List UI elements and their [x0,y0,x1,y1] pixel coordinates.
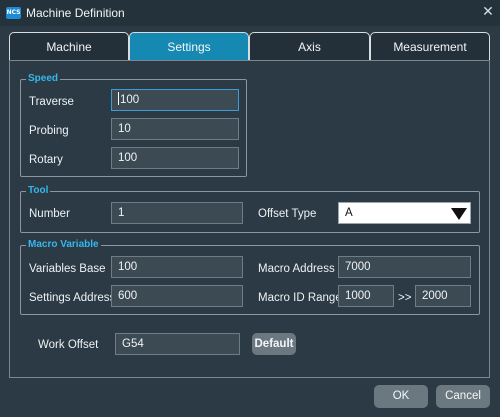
settings-address-input[interactable]: 600 [111,285,243,307]
close-icon[interactable]: ✕ [480,4,496,20]
traverse-label: Traverse [29,96,74,108]
macro-address-input[interactable]: 7000 [338,256,471,278]
dropdown-arrow-icon[interactable] [448,203,470,223]
window-title: Machine Definition [26,6,125,20]
rotary-input[interactable]: 100 [111,147,239,169]
speed-group: Speed Traverse 100 Probing 10 Rotary 100 [20,73,247,177]
tab-machine[interactable]: Machine [9,32,129,61]
probing-label: Probing [29,125,69,137]
tab-bar: Machine Settings Axis Measurement [9,32,490,61]
variables-base-input[interactable]: 100 [111,256,243,278]
variables-base-label: Variables Base [29,263,106,275]
range-separator: >> [398,292,412,304]
tab-settings[interactable]: Settings [129,32,249,61]
rotary-label: Rotary [29,154,63,166]
offset-type-value: A [345,207,353,219]
traverse-value: 100 [120,94,140,106]
tool-group: Tool Number 1 Offset Type A [20,185,480,233]
settings-panel: Speed Traverse 100 Probing 10 Rotary 100… [9,60,490,378]
work-offset-input[interactable]: G54 [115,333,240,355]
settings-address-label: Settings Address [29,292,116,304]
offset-type-label: Offset Type [258,208,317,220]
macro-variable-legend: Macro Variable [26,239,101,251]
speed-legend: Speed [26,73,61,85]
traverse-input[interactable]: 100 [111,89,239,111]
ok-button[interactable]: OK [374,385,428,408]
macro-id-to-input[interactable]: 2000 [415,285,471,307]
offset-type-select[interactable]: A [338,202,471,224]
macro-id-range-label: Macro ID Range [258,292,342,304]
probing-input[interactable]: 10 [111,118,239,140]
app-logo-icon: NCS [6,7,21,19]
number-label: Number [29,208,70,220]
tab-measurement[interactable]: Measurement [370,32,490,61]
cancel-button[interactable]: Cancel [436,385,490,408]
work-offset-label: Work Offset [38,339,99,351]
title-bar: NCS Machine Definition ✕ [0,0,500,26]
macro-address-label: Macro Address [258,263,335,275]
macro-id-from-input[interactable]: 1000 [338,285,394,307]
tab-axis[interactable]: Axis [249,32,370,61]
macro-variable-group: Macro Variable Variables Base 100 Macro … [20,239,480,315]
tool-number-input[interactable]: 1 [111,202,243,224]
tool-legend: Tool [26,185,51,197]
text-caret [118,92,119,105]
default-button[interactable]: Default [252,333,296,355]
